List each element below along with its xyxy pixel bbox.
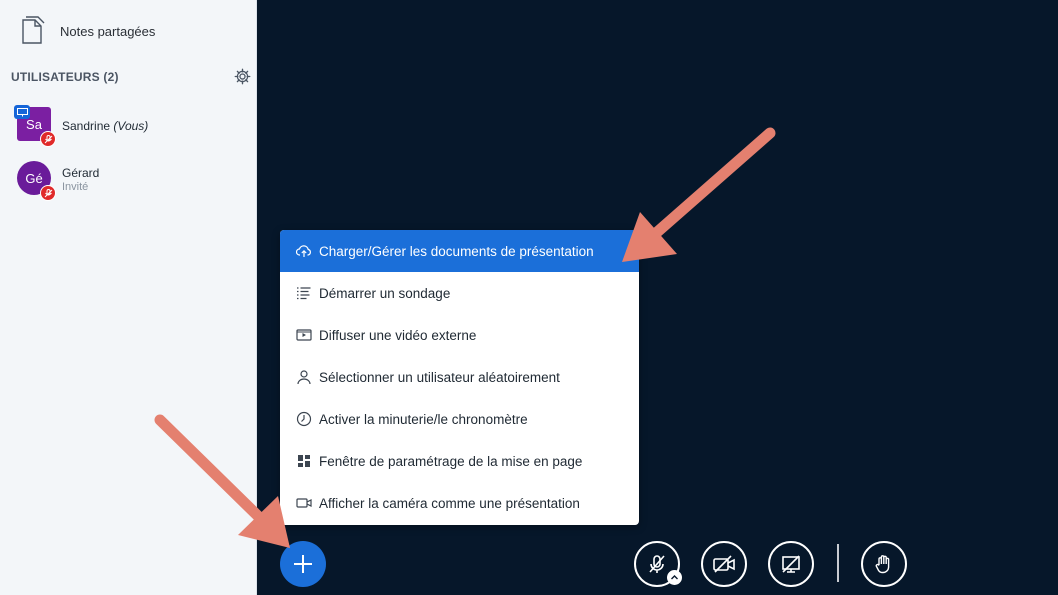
shared-notes-label: Notes partagées: [60, 24, 156, 39]
menu-item-label: Activer la minuterie/le chronomètre: [319, 411, 528, 427]
menu-item-start-poll[interactable]: Démarrer un sondage: [280, 272, 639, 314]
gear-icon[interactable]: [234, 68, 251, 85]
camera-icon: [296, 498, 312, 508]
menu-item-camera-as-content[interactable]: Afficher la caméra comme une présentatio…: [280, 482, 639, 524]
mic-muted-icon: [649, 555, 665, 573]
menu-item-random-user[interactable]: Sélectionner un utilisateur aléatoiremen…: [280, 356, 639, 398]
mic-muted-icon: [40, 185, 56, 201]
upload-cloud-icon: [296, 245, 311, 257]
user-name: Sandrine (Vous): [62, 119, 148, 133]
user-name-text: Sandrine: [62, 119, 111, 133]
actions-menu: Charger/Gérer les documents de présentat…: [280, 230, 639, 525]
menu-item-label: Diffuser une vidéo externe: [319, 327, 477, 343]
shared-notes-item[interactable]: Notes partagées: [0, 0, 257, 60]
camera-button[interactable]: [701, 541, 747, 587]
user-name: Gérard: [62, 166, 100, 180]
user-list-item[interactable]: Sa Sandrine (Vous): [0, 105, 257, 153]
sidebar: Notes partagées UTILISATEURS (2) Sa Sand…: [0, 0, 257, 595]
user-icon: [297, 370, 311, 385]
menu-item-label: Afficher la caméra comme une présentatio…: [319, 495, 580, 511]
menu-item-label: Démarrer un sondage: [319, 285, 451, 301]
menu-item-layout-settings[interactable]: Fenêtre de paramétrage de la mise en pag…: [280, 440, 639, 482]
toolbar-divider: [837, 544, 839, 582]
layout-grid-icon: [298, 455, 310, 467]
actions-plus-button[interactable]: [280, 541, 326, 587]
annotation-arrow-upload: [622, 127, 776, 262]
menu-item-upload-presentation[interactable]: Charger/Gérer les documents de présentat…: [280, 230, 639, 272]
mic-muted-icon: [40, 131, 56, 147]
avatar-initials: Gé: [25, 170, 43, 186]
menu-item-external-video[interactable]: Diffuser une vidéo externe: [280, 314, 639, 356]
avatar-initials: Sa: [26, 116, 42, 132]
user-role: Invité: [62, 181, 89, 193]
chevron-up-icon: [671, 575, 678, 580]
raise-hand-button[interactable]: [861, 541, 907, 587]
user-name-suffix: (Vous): [113, 119, 149, 133]
timer-icon: [296, 411, 312, 427]
external-video-icon: [296, 329, 312, 341]
audio-options-button[interactable]: [667, 570, 682, 585]
menu-item-label: Charger/Gérer les documents de présentat…: [319, 243, 594, 259]
notes-document-icon: [22, 16, 45, 44]
screenshare-off-icon: [782, 555, 800, 573]
poll-list-icon: [297, 287, 311, 300]
user-list-item[interactable]: Gé Gérard Invité: [0, 161, 257, 207]
plus-icon: [294, 555, 312, 573]
menu-item-label: Fenêtre de paramétrage de la mise en pag…: [319, 453, 583, 469]
menu-item-label: Sélectionner un utilisateur aléatoiremen…: [319, 369, 560, 385]
raise-hand-icon: [875, 555, 890, 574]
presenter-icon: [14, 105, 30, 119]
camera-off-icon: [713, 555, 735, 573]
screenshare-button[interactable]: [768, 541, 814, 587]
users-header: UTILISATEURS (2): [11, 70, 119, 84]
menu-item-timer[interactable]: Activer la minuterie/le chronomètre: [280, 398, 639, 440]
